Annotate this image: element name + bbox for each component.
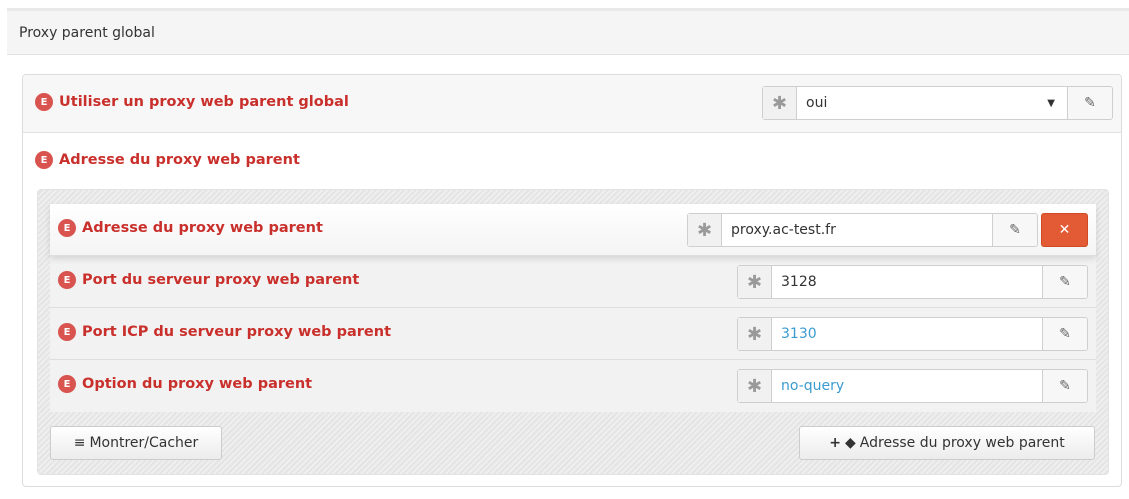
- add-proxy-address-button-label: Adresse du proxy web parent: [859, 435, 1065, 451]
- proxy-address-label-text: Adresse du proxy web parent: [82, 220, 323, 236]
- asterisk-icon: ✱: [688, 214, 722, 246]
- proxy-port-label-text: Port du serveur proxy web parent: [82, 272, 360, 288]
- global-proxy-select-group: ✱ oui ▼ ✎: [762, 86, 1113, 120]
- expert-badge-icon: E: [58, 323, 76, 341]
- proxy-address-group-label-text: Adresse du proxy web parent: [59, 152, 300, 168]
- show-hide-button-label: Montrer/Cacher: [89, 435, 199, 451]
- global-proxy-row: E Utiliser un proxy web parent global ✱ …: [23, 75, 1121, 133]
- proxy-address-row: E Adresse du proxy web parent ✱ proxy.ac…: [50, 204, 1096, 256]
- proxy-address-input[interactable]: proxy.ac-test.fr: [722, 214, 992, 246]
- edit-icon[interactable]: ✎: [1042, 370, 1087, 402]
- proxy-icp-port-label-text: Port ICP du serveur proxy web parent: [82, 324, 392, 340]
- caret-down-icon: ▼: [1047, 97, 1055, 109]
- proxy-address-input-group: ✱ proxy.ac-test.fr ✎: [687, 213, 1038, 247]
- asterisk-icon: ✱: [763, 87, 797, 119]
- global-proxy-label-text: Utiliser un proxy web parent global: [59, 94, 349, 110]
- proxy-port-label: E Port du serveur proxy web parent: [58, 271, 359, 289]
- tag-icon: ◆: [845, 435, 856, 451]
- global-proxy-label: E Utiliser un proxy web parent global: [35, 93, 349, 111]
- proxy-port-input-group: ✱ 3128 ✎: [737, 265, 1088, 299]
- expert-badge-icon: E: [35, 151, 53, 169]
- proxy-icp-port-row: E Port ICP du serveur proxy web parent ✱…: [50, 308, 1096, 360]
- proxy-option-row: E Option du proxy web parent ✱ no-query …: [50, 360, 1096, 412]
- add-proxy-address-button[interactable]: + ◆ Adresse du proxy web parent: [799, 426, 1095, 460]
- asterisk-icon: ✱: [738, 318, 772, 350]
- edit-icon[interactable]: ✎: [992, 214, 1037, 246]
- proxy-option-input-group: ✱ no-query ✎: [737, 369, 1088, 403]
- settings-panel: E Utiliser un proxy web parent global ✱ …: [22, 74, 1122, 487]
- global-proxy-value: oui: [806, 95, 828, 111]
- proxy-port-row: E Port du serveur proxy web parent ✱ 312…: [50, 256, 1096, 308]
- plus-icon: +: [829, 435, 842, 451]
- proxy-address-entry: E Adresse du proxy web parent ✱ proxy.ac…: [50, 204, 1096, 412]
- hamburger-icon: ≡: [73, 435, 86, 451]
- proxy-address-label: E Adresse du proxy web parent: [58, 219, 323, 237]
- asterisk-icon: ✱: [738, 266, 772, 298]
- section-title: Proxy parent global: [7, 11, 1129, 55]
- expert-badge-icon: E: [58, 219, 76, 237]
- expert-badge-icon: E: [58, 271, 76, 289]
- proxy-port-input[interactable]: 3128: [772, 266, 1042, 298]
- edit-icon[interactable]: ✎: [1067, 87, 1112, 119]
- proxy-icp-port-label: E Port ICP du serveur proxy web parent: [58, 323, 391, 341]
- delete-entry-button[interactable]: ✕: [1041, 213, 1088, 247]
- close-icon: ✕: [1058, 222, 1071, 238]
- show-hide-button[interactable]: ≡ Montrer/Cacher: [50, 426, 222, 460]
- expert-badge-icon: E: [58, 375, 76, 393]
- proxy-option-label: E Option du proxy web parent: [58, 375, 312, 393]
- proxy-icp-port-input-group: ✱ 3130 ✎: [737, 317, 1088, 351]
- proxy-address-multi-group: E Adresse du proxy web parent ✱ proxy.ac…: [37, 189, 1109, 475]
- global-proxy-select[interactable]: oui ▼: [797, 87, 1067, 119]
- proxy-address-group-label: E Adresse du proxy web parent: [35, 151, 300, 169]
- asterisk-icon: ✱: [738, 370, 772, 402]
- proxy-option-input[interactable]: no-query: [772, 370, 1042, 402]
- edit-icon[interactable]: ✎: [1042, 318, 1087, 350]
- expert-badge-icon: E: [35, 93, 53, 111]
- proxy-option-label-text: Option du proxy web parent: [82, 376, 313, 392]
- proxy-icp-port-input[interactable]: 3130: [772, 318, 1042, 350]
- edit-icon[interactable]: ✎: [1042, 266, 1087, 298]
